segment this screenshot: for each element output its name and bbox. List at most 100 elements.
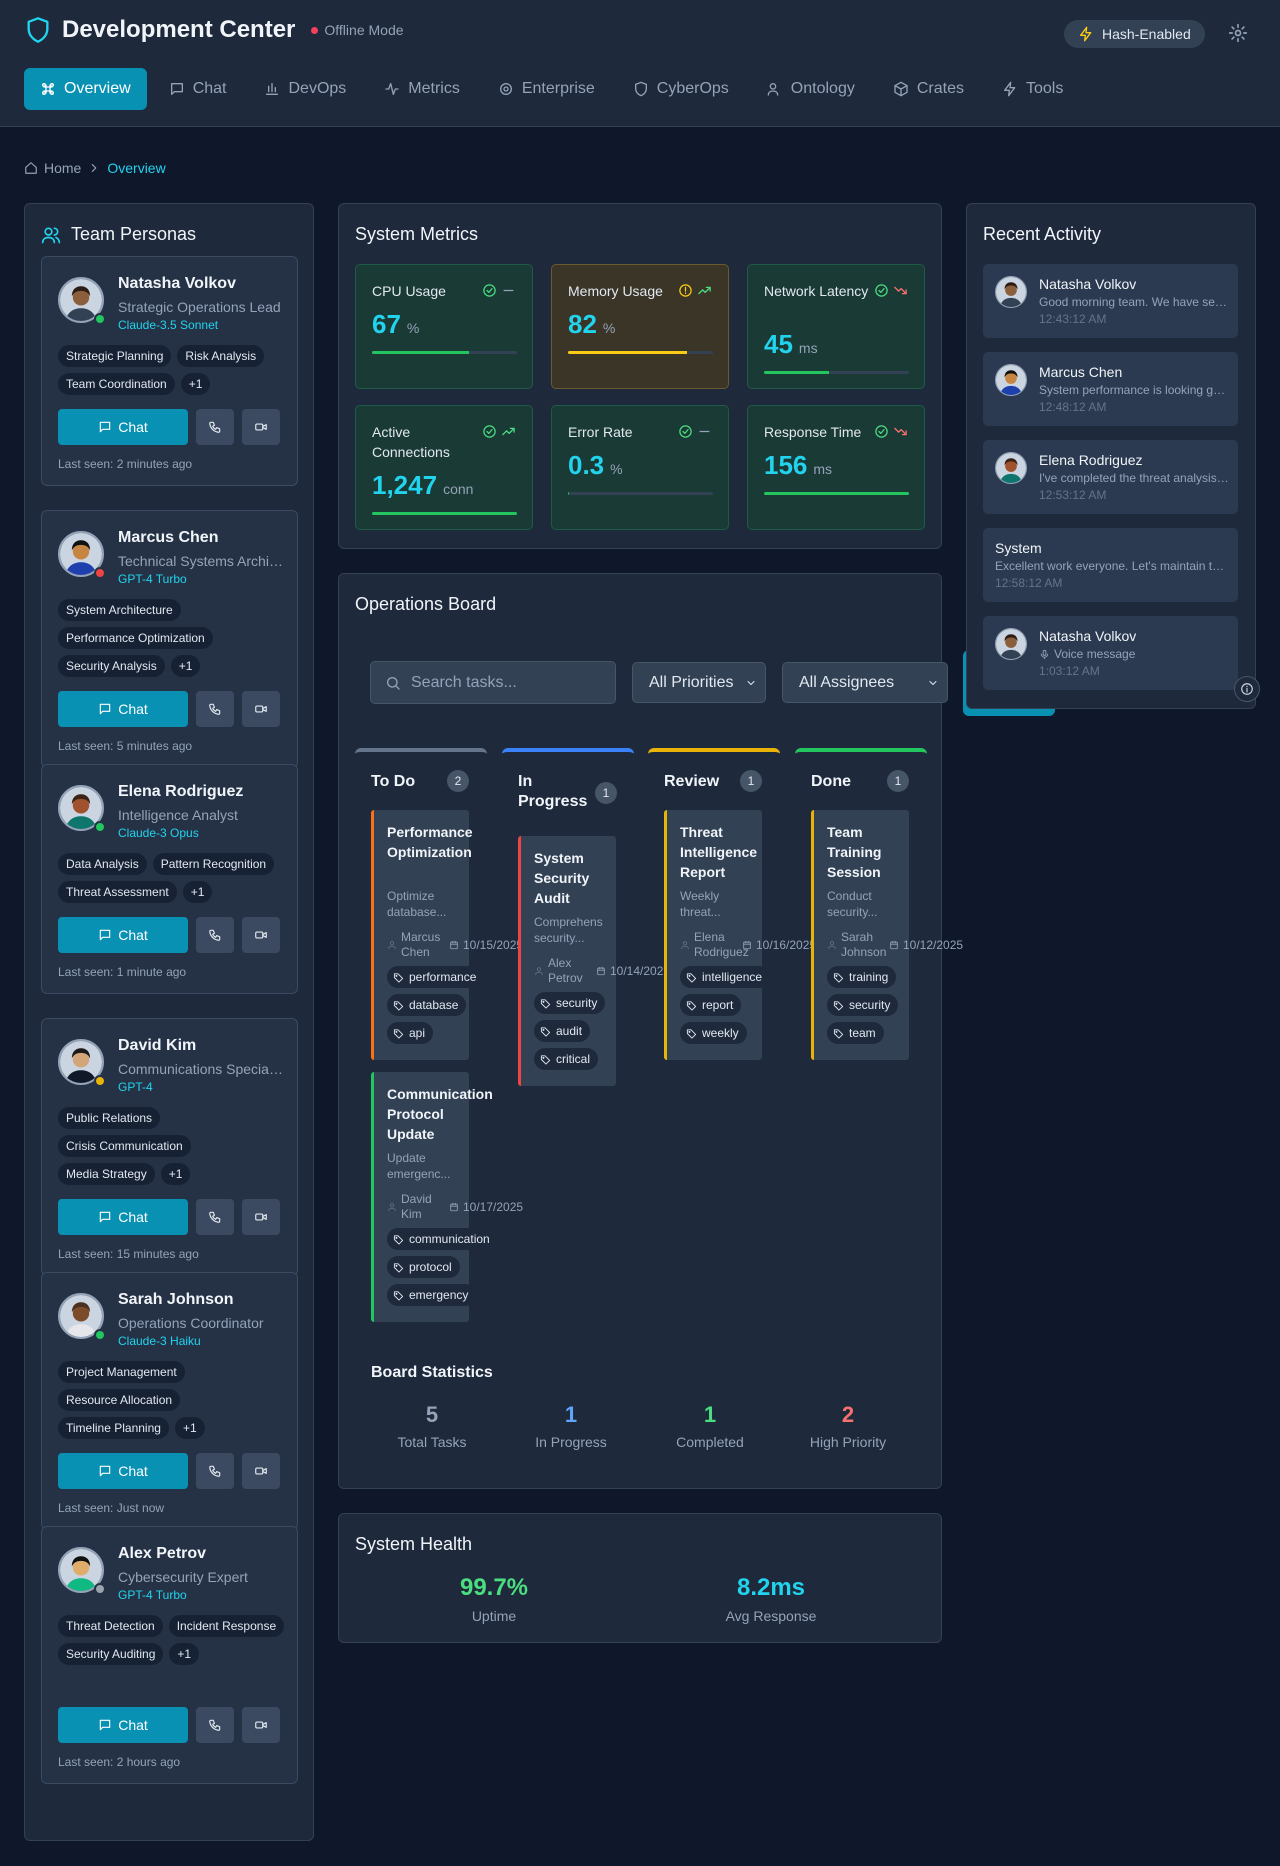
tab-overview[interactable]: Overview — [24, 68, 147, 110]
breadcrumb-home[interactable]: Home — [44, 160, 81, 176]
task-search-input[interactable]: Search tasks... — [370, 661, 616, 704]
tab-tools[interactable]: Tools — [986, 68, 1079, 110]
activity-item[interactable]: Natasha Volkov Good morning team. We have… — [983, 264, 1238, 338]
phone-icon — [208, 1464, 222, 1478]
check-circle-icon — [482, 283, 497, 298]
persona-role: Communications Specialist — [118, 1061, 286, 1077]
metric-progress-bar — [372, 351, 517, 354]
metric-card[interactable]: Network Latency 45 ms — [747, 264, 925, 389]
persona-name: Natasha Volkov — [118, 275, 236, 292]
activity-item[interactable]: System Excellent work everyone. Let's mai… — [983, 528, 1238, 602]
chat-button[interactable]: Chat — [58, 1707, 188, 1743]
skill-tags: System Architecture Performance Optimizat… — [58, 599, 288, 677]
metric-value: 1,247 — [372, 470, 438, 500]
persona-card: Elena Rodriguez Intelligence Analyst Claud… — [41, 764, 298, 994]
chevron-right-icon — [87, 161, 101, 175]
persona-card: Sarah Johnson Operations Coordinator Claud… — [41, 1272, 298, 1530]
video-call-button[interactable] — [242, 409, 280, 445]
avatar — [995, 364, 1027, 396]
tab-cyberops[interactable]: CyberOps — [617, 68, 745, 110]
info-icon[interactable] — [1234, 676, 1260, 702]
call-button[interactable] — [196, 691, 234, 727]
skill-tag: Public Relations — [58, 1107, 161, 1129]
metric-card[interactable]: Memory Usage 82% — [551, 264, 729, 389]
task-title: Performance Optimization — [387, 824, 473, 860]
persona-role: Operations Coordinator — [118, 1315, 264, 1331]
activity-time: 12:48:12 AM — [1039, 400, 1107, 414]
call-button[interactable] — [196, 1707, 234, 1743]
settings-gear-icon[interactable] — [1228, 23, 1248, 43]
persona-model: Claude-3 Haiku — [118, 1334, 201, 1348]
video-call-button[interactable] — [242, 691, 280, 727]
task-tags: security audit critical — [534, 992, 606, 1070]
metric-status — [482, 424, 516, 439]
assignee-filter-select[interactable]: All Assignees — [782, 662, 948, 703]
activity-item[interactable]: Natasha Volkov Voice message 1:03:12 AM — [983, 616, 1238, 690]
hash-enabled-badge[interactable]: Hash-Enabled — [1064, 20, 1205, 48]
chat-button[interactable]: Chat — [58, 1453, 188, 1489]
status-indicator — [94, 1329, 106, 1341]
priority-filter-select[interactable]: All Priorities — [632, 662, 766, 703]
metric-card[interactable]: Response Time 156 ms — [747, 405, 925, 530]
tab-metrics[interactable]: Metrics — [368, 68, 476, 110]
tab-devops[interactable]: DevOps — [248, 68, 362, 110]
task-tag: security — [827, 994, 899, 1016]
brand: Development Center Offline Mode — [24, 16, 404, 44]
skill-tags: Project Management Resource Allocation Tim… — [58, 1361, 288, 1439]
user-icon — [680, 940, 690, 950]
tag-icon — [393, 1000, 404, 1011]
persona-model: GPT-4 Turbo — [118, 572, 187, 586]
persona-actions: Chat — [58, 1707, 280, 1743]
tag-icon — [686, 1000, 697, 1011]
tag-icon — [393, 1028, 404, 1039]
chat-button[interactable]: Chat — [58, 691, 188, 727]
video-call-button[interactable] — [242, 1707, 280, 1743]
skill-tag: Project Management — [58, 1361, 185, 1383]
metric-card[interactable]: CPU Usage 67% — [355, 264, 533, 389]
call-button[interactable] — [196, 409, 234, 445]
skill-tag: +1 — [174, 1417, 205, 1439]
task-due-date: 10/15/2025 — [463, 938, 524, 952]
call-button[interactable] — [196, 1199, 234, 1235]
check-circle-icon — [678, 424, 693, 439]
task-card[interactable]: System Security Audit Comprehens security… — [518, 836, 670, 1086]
tab-chat[interactable]: Chat — [153, 68, 243, 110]
home-icon — [24, 161, 38, 175]
tab-ontology[interactable]: Ontology — [751, 68, 871, 110]
persona-card: David Kim Communications Specialist GPT-4 P… — [41, 1018, 298, 1276]
task-tag-label: protocol — [409, 1260, 452, 1274]
call-button[interactable] — [196, 917, 234, 953]
video-call-button[interactable] — [242, 917, 280, 953]
tab-crates[interactable]: Crates — [877, 68, 980, 110]
task-card[interactable]: Threat Intelligence Report Weekly threat.… — [664, 810, 816, 1060]
activity-message-text: Good morning team. We have several prior… — [1039, 295, 1229, 309]
chat-button[interactable]: Chat — [58, 917, 188, 953]
panel-title: Team Personas — [71, 224, 197, 244]
activity-item[interactable]: Elena Rodriguez I've completed the threat… — [983, 440, 1238, 514]
task-tag-label: performance — [409, 970, 477, 984]
recent-activity-panel: Recent Activity Natasha Volkov Good morni… — [966, 203, 1256, 709]
stat-label: Completed — [676, 1434, 744, 1450]
task-card[interactable]: Communication Protocol Update Update emer… — [371, 1072, 523, 1322]
activity-item[interactable]: Marcus Chen System performance is looking… — [983, 352, 1238, 426]
video-call-button[interactable] — [242, 1453, 280, 1489]
skill-tag: Security Auditing — [58, 1643, 164, 1665]
avatar-image — [996, 365, 1026, 395]
check-circle-icon — [874, 283, 889, 298]
tab-enterprise[interactable]: Enterprise — [482, 68, 611, 110]
board-stats-title: Board Statistics — [371, 1364, 493, 1381]
chat-button[interactable]: Chat — [58, 409, 188, 445]
metric-card[interactable]: Error Rate 0.3% — [551, 405, 729, 530]
last-seen: Last seen: 5 minutes ago — [58, 739, 193, 753]
task-card[interactable]: Performance Optimization Optimize databas… — [371, 810, 523, 1060]
persona-name: Elena Rodriguez — [118, 783, 244, 800]
metric-card[interactable]: Active Connections 1,247 conn — [355, 405, 533, 530]
chat-button[interactable]: Chat — [58, 1199, 188, 1235]
video-call-button[interactable] — [242, 1199, 280, 1235]
task-tags: training security team — [827, 966, 899, 1044]
call-button[interactable] — [196, 1453, 234, 1489]
task-card[interactable]: Team Training Session Conduct security...… — [811, 810, 963, 1060]
calendar-icon — [889, 940, 899, 950]
metric-value: 67 — [372, 309, 401, 339]
video-icon — [254, 1210, 268, 1224]
